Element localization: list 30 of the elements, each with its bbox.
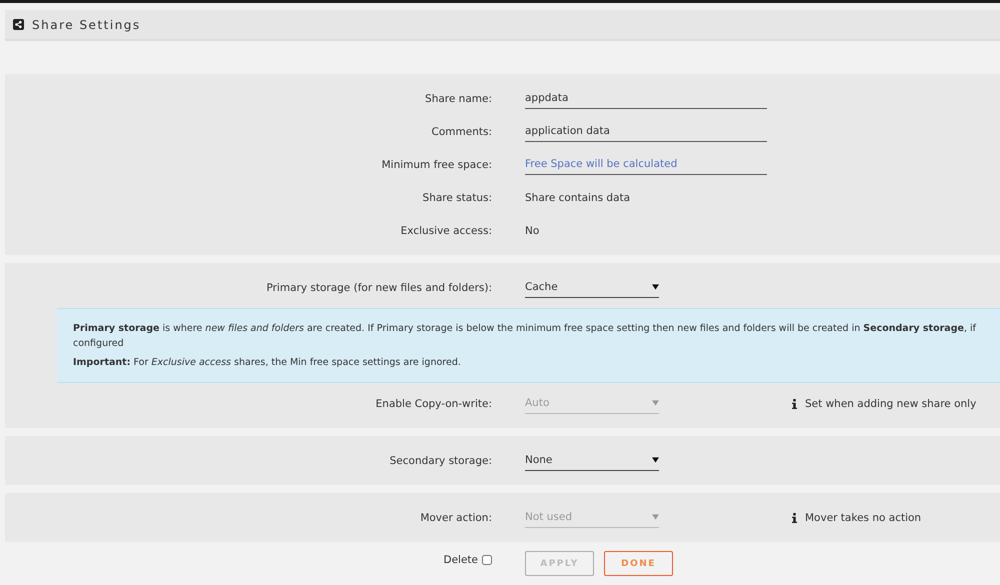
- page-title: Share Settings: [32, 18, 141, 32]
- dropdown[interactable]: None: [525, 450, 659, 471]
- info-text: Important: For Exclusive access shares, the Min free space settings are ignored.: [73, 356, 462, 370]
- info-icon: [792, 512, 797, 522]
- caret-icon: [652, 284, 659, 290]
- field-label: Exclusive access:: [400, 224, 492, 236]
- field-label: Share status:: [422, 192, 492, 204]
- info-text: Primary storage is where new files and folders are created. If Primary storage is below the minimum free space setting then new files and folders will be created in Secondary storage, if configured: [73, 322, 978, 351]
- field-label: Minimum free space:: [382, 158, 492, 170]
- note-text: Mover takes no action: [805, 512, 922, 524]
- field-value: Share contains data: [525, 190, 630, 206]
- field-label: Mover action:: [420, 512, 492, 524]
- text-field[interactable]: application data: [525, 121, 767, 142]
- field-value: No: [525, 224, 540, 238]
- delete-checkbox[interactable]: [482, 555, 492, 565]
- caret-icon: [652, 400, 659, 406]
- caret-icon: [652, 514, 659, 520]
- field-label: Primary storage (for new files and folders):: [266, 282, 492, 294]
- field-label: Share name:: [425, 92, 492, 104]
- caret-icon: [652, 457, 659, 463]
- dropdown[interactable]: Cache: [525, 277, 659, 298]
- note-text: Set when adding new share only: [805, 398, 976, 410]
- delete-label: Delete: [444, 554, 478, 566]
- info-icon: [792, 398, 797, 408]
- share-icon: [13, 19, 24, 30]
- field-label: Enable Copy-on-write:: [376, 398, 492, 410]
- field-label: Secondary storage:: [390, 454, 492, 466]
- field-label: Comments:: [432, 126, 492, 138]
- text-field[interactable]: Free Space will be calculated: [525, 154, 767, 175]
- text-field[interactable]: appdata: [525, 88, 767, 109]
